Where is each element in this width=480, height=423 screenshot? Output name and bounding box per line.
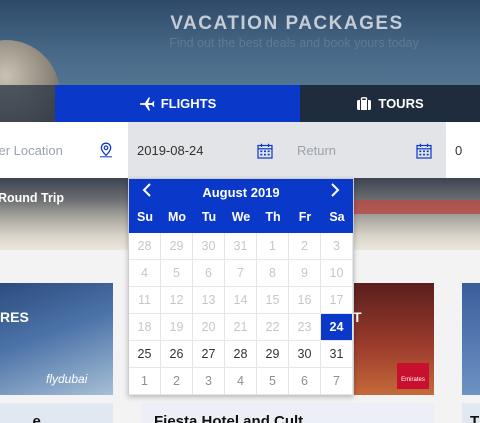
day-cell: 22 (257, 314, 289, 341)
day-cell: 30 (193, 233, 225, 260)
search-bar: Enter Location 2019-08-24 Return (0, 122, 480, 178)
deal-caption-box: ...e... (0, 403, 113, 423)
day-cell[interactable]: 5 (257, 368, 289, 395)
day-cell: 10 (321, 260, 353, 287)
location-input[interactable]: Enter Location (0, 122, 127, 178)
day-cell[interactable]: 27 (193, 341, 225, 368)
day-cell: 19 (161, 314, 193, 341)
departure-date-input[interactable]: 2019-08-24 (128, 122, 287, 178)
weekday-label: Th (265, 210, 281, 224)
airline-logo: Emirates (397, 363, 429, 389)
day-cell[interactable]: 6 (289, 368, 321, 395)
suitcase-icon (357, 96, 372, 110)
deal-caption[interactable]: Fiesta Hotel and Cult... (154, 413, 316, 423)
return-placeholder: Return (297, 142, 337, 158)
datepicker-popup: August 2019 Su Mo Tu We Th Fr Sa 28 29 30 3… (128, 178, 354, 395)
day-cell[interactable]: 30 (289, 341, 321, 368)
airplane-icon (139, 97, 155, 110)
map-pin-icon (100, 142, 112, 158)
day-cell[interactable]: 28 (225, 341, 257, 368)
day-cell[interactable]: 2 (161, 368, 193, 395)
day-cell: 15 (257, 287, 289, 314)
day-cell[interactable]: 4 (225, 368, 257, 395)
day-cell: 8 (257, 260, 289, 287)
day-cell: 9 (289, 260, 321, 287)
weekday-label: Tu (201, 210, 217, 224)
weekday-label: Fr (298, 210, 312, 224)
day-cell: 29 (161, 233, 193, 260)
day-cell[interactable]: 25 (129, 341, 161, 368)
day-cell: 13 (193, 287, 225, 314)
chevron-right-icon[interactable] (325, 183, 345, 203)
passengers-value: 0 (455, 142, 463, 158)
trip-type-label[interactable]: Round Trip (0, 191, 64, 205)
day-cell: 6 (193, 260, 225, 287)
deal-caption[interactable]: T (470, 413, 479, 423)
day-cell[interactable]: 7 (321, 368, 353, 395)
day-cell[interactable]: 29 (257, 341, 289, 368)
day-cell: 4 (129, 260, 161, 287)
day-cell: 20 (193, 314, 225, 341)
passengers-input[interactable]: 0 (446, 122, 480, 178)
day-cell: 31 (225, 233, 257, 260)
day-cell: 1 (257, 233, 289, 260)
datepicker-header: August 2019 Su Mo Tu We Th Fr Sa (129, 179, 353, 233)
day-cell: 2 (289, 233, 321, 260)
calendar-icon (416, 143, 432, 159)
day-cell: 17 (321, 287, 353, 314)
day-cell: 23 (289, 314, 321, 341)
decor-band (352, 200, 480, 214)
day-cell[interactable]: 31 (321, 341, 353, 368)
day-cell: 3 (321, 233, 353, 260)
datepicker-grid: 28 29 30 31 1 2 3 4 5 6 7 8 9 10 11 12 13 14 15 16 17 18 19 20 2… (129, 233, 353, 395)
weekday-header: Su Mo Tu We Th Fr Sa (129, 210, 353, 224)
datepicker-month-label: August 2019 (202, 185, 280, 200)
day-cell: 28 (129, 233, 161, 260)
day-cell: 18 (129, 314, 161, 341)
day-cell: 7 (225, 260, 257, 287)
weekday-label: We (231, 210, 251, 224)
deal-card[interactable]: RES flydubai (0, 283, 113, 395)
location-placeholder: Enter Location (0, 143, 63, 158)
day-cell: 11 (129, 287, 161, 314)
weekday-label: Sa (329, 210, 345, 224)
weekday-label: Su (137, 210, 153, 224)
deal-caption-box: T (462, 403, 480, 423)
deal-card[interactable] (462, 283, 480, 395)
tab-flights[interactable]: FLIGHTS (55, 85, 300, 122)
day-cell: 5 (161, 260, 193, 287)
page: VACATION PACKAGES Find out the best deal… (0, 0, 480, 423)
airline-logo: flydubai (46, 372, 88, 386)
day-cell: 16 (289, 287, 321, 314)
day-cell[interactable]: 26 (161, 341, 193, 368)
weekday-label: Mo (167, 210, 187, 224)
deal-caption-box: Fiesta Hotel and Cult... (141, 403, 434, 423)
day-cell[interactable]: 1 (129, 368, 161, 395)
departure-date-value: 2019-08-24 (137, 142, 204, 158)
tab-flights-label: FLIGHTS (160, 96, 217, 111)
deal-banner: RES (0, 309, 29, 325)
deal-caption[interactable]: ...e... (20, 413, 53, 423)
tab-tours[interactable]: TOURS (300, 85, 480, 122)
day-cell: 14 (225, 287, 257, 314)
day-cell[interactable]: 3 (193, 368, 225, 395)
hero-title: VACATION PACKAGES (170, 13, 404, 34)
tab-tours-label: TOURS (378, 96, 424, 111)
selected-day-cell[interactable]: 24 (321, 314, 353, 341)
calendar-icon (257, 143, 273, 159)
day-cell: 12 (161, 287, 193, 314)
return-date-input[interactable]: Return (287, 122, 446, 178)
day-cell: 21 (225, 314, 257, 341)
tab-spacer (0, 85, 55, 122)
hero-subtitle: Find out the best deals and book yours t… (169, 36, 419, 50)
